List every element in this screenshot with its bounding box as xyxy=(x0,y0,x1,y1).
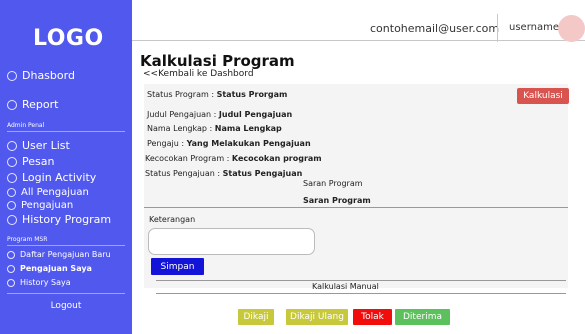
dikaji-button[interactable]: Dikaji xyxy=(238,309,274,325)
username-label[interactable]: username xyxy=(509,22,559,33)
page-title: Kalkulasi Program xyxy=(140,52,295,70)
sidebar: LOGO Dhasbord Report Admin Penal User Li… xyxy=(0,0,132,334)
sidebar-divider xyxy=(7,293,125,294)
admin-section-label: Admin Penal xyxy=(7,122,45,129)
sidebar-item-history-program[interactable]: History Program xyxy=(7,213,111,226)
manual-divider xyxy=(156,280,566,281)
keterangan-input[interactable] xyxy=(148,228,315,255)
judul-row: Judul Pengajuan : Judul Pengajuan xyxy=(147,110,292,119)
user-email: contohemail@user.com xyxy=(370,22,500,35)
sidebar-item-dashboard[interactable]: Dhasbord xyxy=(7,69,75,82)
manual-divider xyxy=(156,293,566,294)
nama-row: Nama Lengkap : Nama Lengkap xyxy=(147,124,282,133)
sidebar-item-label: Dhasbord xyxy=(22,69,75,82)
sidebar-item-label: Pengajuan xyxy=(21,200,74,211)
status-program-row: Status Program : Status Prorgam xyxy=(147,90,287,99)
circle-icon xyxy=(7,140,17,151)
sidebar-item-label: All Pengajuan xyxy=(21,187,89,198)
avatar[interactable] xyxy=(558,15,585,42)
tolak-button[interactable]: Tolak xyxy=(353,309,392,325)
status-program-value: Status Prorgam xyxy=(216,90,288,99)
sidebar-item-label: Pengajuan Saya xyxy=(20,264,92,273)
sidebar-item-user-list[interactable]: User List xyxy=(7,139,70,152)
sidebar-item-all-pengajuan[interactable]: All Pengajuan xyxy=(7,187,89,198)
circle-icon xyxy=(7,278,15,287)
sidebar-item-pengajuan-saya[interactable]: Pengajuan Saya xyxy=(7,264,92,273)
sidebar-item-report[interactable]: Report xyxy=(7,98,58,111)
status-pengajuan-label: Status Pengajuan : xyxy=(145,169,221,178)
judul-label: Judul Pengajuan : xyxy=(147,110,217,119)
top-bar: contohemail@user.com username xyxy=(132,0,585,42)
circle-icon xyxy=(7,264,15,273)
kecocokan-value: Kecocokan program xyxy=(231,154,322,163)
sidebar-item-label: History Saya xyxy=(20,278,71,287)
status-pengajuan-value: Status Pengajuan xyxy=(222,169,303,178)
pengaju-label: Pengaju : xyxy=(147,139,185,148)
sidebar-item-history-saya[interactable]: History Saya xyxy=(7,278,71,287)
simpan-button[interactable]: Simpan xyxy=(151,258,204,275)
logo: LOGO xyxy=(33,26,104,51)
nama-value: Nama Lengkap xyxy=(214,124,282,133)
circle-icon xyxy=(7,250,15,259)
sidebar-divider xyxy=(7,245,125,246)
msr-section-label: Program MSR xyxy=(7,236,48,243)
logout-link[interactable]: Logout xyxy=(0,301,132,311)
circle-icon xyxy=(7,99,17,110)
kalkulasi-button[interactable]: Kalkulasi xyxy=(517,88,569,104)
sidebar-item-pengajuan[interactable]: Pengajuan xyxy=(7,200,73,211)
sidebar-item-daftar-pengajuan-baru[interactable]: Daftar Pengajuan Baru xyxy=(7,250,111,259)
kecocokan-label: Kecocokan Program : xyxy=(145,154,230,163)
circle-icon xyxy=(7,70,17,81)
saran-label: Saran Program xyxy=(303,179,363,188)
sidebar-divider xyxy=(7,131,125,132)
sidebar-item-label: History Program xyxy=(22,213,112,226)
pengaju-row: Pengaju : Yang Melakukan Pengajuan xyxy=(147,139,311,148)
status-program-label: Status Program : xyxy=(147,90,215,99)
back-link[interactable]: <<Kembali ke Dashbord xyxy=(143,69,254,79)
circle-icon xyxy=(7,172,17,183)
judul-value: Judul Pengajuan xyxy=(218,110,293,119)
status-pengajuan-row: Status Pengajuan : Status Pengajuan xyxy=(145,169,302,178)
pengaju-value: Yang Melakukan Pengajuan xyxy=(186,139,311,148)
kecocokan-row: Kecocokan Program : Kecocokan program xyxy=(145,154,322,163)
sidebar-item-label: Report xyxy=(22,98,59,111)
header-divider xyxy=(497,14,498,42)
diterima-button[interactable]: Diterima xyxy=(395,309,450,325)
kalkulasi-manual-label: Kalkulasi Manual xyxy=(312,282,379,291)
sidebar-item-login-activity[interactable]: Login Activity xyxy=(7,171,96,184)
sidebar-item-label: User List xyxy=(22,139,70,152)
sidebar-item-pesan[interactable]: Pesan xyxy=(7,155,54,168)
sidebar-item-label: Login Activity xyxy=(22,171,97,184)
circle-icon xyxy=(7,201,16,210)
dikaji-ulang-button[interactable]: Dikaji Ulang xyxy=(286,309,348,325)
sidebar-item-label: Pesan xyxy=(22,155,55,168)
keterangan-label: Keterangan xyxy=(149,215,196,224)
content-divider xyxy=(144,207,568,208)
circle-icon xyxy=(7,188,16,197)
nama-label: Nama Lengkap : xyxy=(147,124,213,133)
saran-value: Saran Program xyxy=(303,196,371,205)
sidebar-item-label: Daftar Pengajuan Baru xyxy=(20,250,111,259)
circle-icon xyxy=(7,156,17,167)
circle-icon xyxy=(7,214,17,225)
